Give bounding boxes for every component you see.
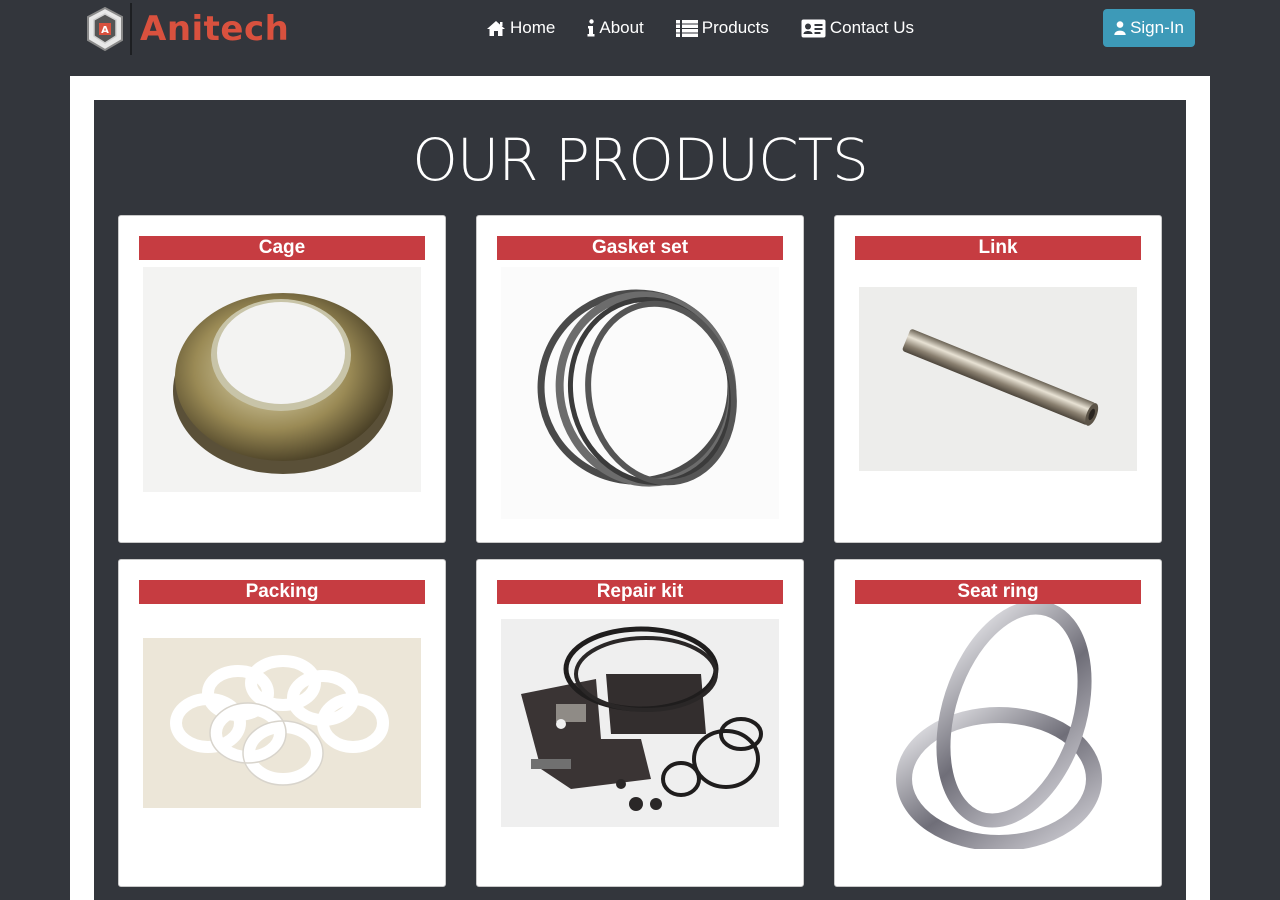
navbar: A Anitech Home About Products Contact Us…: [0, 0, 1280, 56]
product-title: Cage: [139, 236, 425, 260]
nav-contact[interactable]: Contact Us: [801, 18, 914, 38]
nav-about-label: About: [599, 18, 644, 37]
sign-in-button[interactable]: Sign-In: [1103, 9, 1195, 47]
product-image-seat-ring: [859, 604, 1137, 849]
product-image-repair-kit: [501, 619, 779, 827]
nav-products-label: Products: [701, 18, 769, 37]
nav-contact-label: Contact Us: [829, 18, 914, 37]
product-title: Packing: [139, 580, 425, 604]
contact-card-icon: [801, 19, 826, 37]
brand-logo[interactable]: A Anitech: [84, 2, 296, 56]
nav-home[interactable]: Home: [486, 18, 555, 38]
svg-text:A: A: [101, 25, 109, 36]
product-card-link[interactable]: Link: [834, 215, 1162, 543]
nav-home-label: Home: [510, 18, 556, 37]
info-icon: [587, 19, 595, 37]
product-card-seat-ring[interactable]: Seat ring: [834, 559, 1162, 887]
product-card-repair-kit[interactable]: Repair kit: [476, 559, 804, 887]
product-card-gasket-set[interactable]: Gasket set: [476, 215, 804, 543]
main-nav: Home About Products Contact Us: [486, 14, 946, 42]
product-image-link: [859, 287, 1137, 471]
product-image-gasket-set: [501, 267, 779, 519]
page-title: OUR PRODUCTS: [412, 126, 869, 194]
nav-products[interactable]: Products: [675, 18, 769, 38]
logo-divider: [130, 3, 132, 55]
product-card-cage[interactable]: Cage: [118, 215, 446, 543]
content-wrapper: OUR PRODUCTS Cage Gasket set Link Packin…: [70, 76, 1210, 900]
sign-in-label: Sign-In: [1130, 18, 1184, 37]
product-title: Link: [855, 236, 1141, 260]
logo-cube-icon: A: [84, 4, 126, 54]
nav-about[interactable]: About: [587, 18, 644, 38]
products-section: OUR PRODUCTS Cage Gasket set Link Packin…: [94, 100, 1186, 900]
product-title: Repair kit: [497, 580, 783, 604]
product-title: Gasket set: [497, 236, 783, 260]
product-image-packing: [143, 638, 421, 808]
brand-name: Anitech: [140, 9, 290, 49]
product-title: Seat ring: [855, 580, 1141, 604]
home-icon: [487, 20, 505, 36]
user-icon: [1114, 21, 1126, 35]
list-icon: [675, 19, 698, 37]
product-image-cage: [143, 267, 421, 492]
product-card-packing[interactable]: Packing: [118, 559, 446, 887]
